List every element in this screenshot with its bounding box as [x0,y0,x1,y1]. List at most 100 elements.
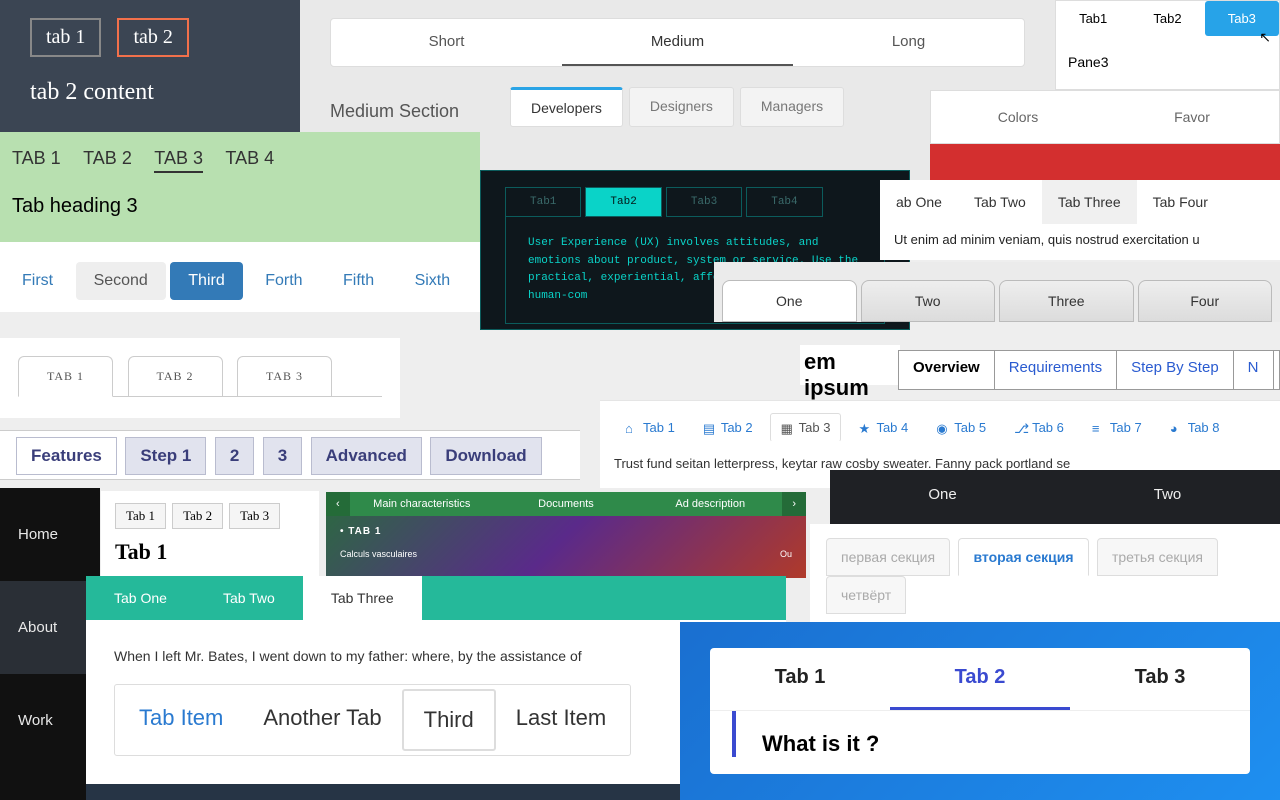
tab[interactable]: Ad description [638,492,782,516]
tab[interactable]: TAB 2 [128,356,223,397]
tab-item[interactable]: Third [402,689,496,751]
tab-managers[interactable]: Managers [740,87,844,127]
tab[interactable]: TAB 1 [12,148,61,171]
tab[interactable]: Tab4 [746,187,822,217]
tab[interactable]: One [830,470,1055,524]
tab[interactable]: Third [170,262,242,300]
tab-heading: Tab heading 3 [12,195,468,218]
tab[interactable]: Tab One [86,576,195,620]
tab[interactable]: Tab Four [1137,180,1224,224]
tab[interactable]: вторая секция [958,538,1088,576]
tab-long[interactable]: Long [793,19,1024,66]
dashboard-icon: ◕ [1170,421,1183,434]
tab-medium[interactable]: Medium [562,19,793,66]
tab[interactable]: Second [76,262,166,300]
tab[interactable]: One [722,280,857,322]
colors-tabs: Colors Favor [930,90,1280,180]
tab[interactable]: tab 1 [30,18,101,57]
tab-step1[interactable]: Step 1 [125,437,206,475]
tab-short[interactable]: Short [331,19,562,66]
tab[interactable]: N [1234,351,1274,389]
tab[interactable]: Tab1 [505,187,581,217]
tab-features[interactable]: Features [16,437,117,475]
tab[interactable]: Three [999,280,1134,322]
star-icon: ★ [858,421,871,434]
serif-rounded-tabs: TAB 1 TAB 2 TAB 3 [0,338,400,418]
plain-tabs-four: ab One Tab Two Tab Three Tab Four Ut eni… [880,180,1280,260]
tab[interactable]: Tab 1 [710,648,890,710]
tab[interactable]: Tab Two [958,180,1042,224]
russian-tabs: первая секция вторая секция третья секци… [810,524,1280,624]
tab-download[interactable]: Download [430,437,541,475]
tab[interactable]: First [4,262,71,300]
tab-step2[interactable]: 2 [215,437,254,475]
tab[interactable]: Main characteristics [350,492,494,516]
tab[interactable]: Tab 3 [1070,648,1250,710]
tab[interactable]: ★Tab 4 [847,413,919,442]
tab[interactable]: Documents [494,492,638,516]
tab-step3[interactable]: 3 [263,437,302,475]
tab[interactable]: ◉Tab 5 [925,413,997,442]
nav-about[interactable]: About [0,581,100,674]
tab[interactable]: ▦Tab 3 [770,413,842,442]
tab-requirements[interactable]: Requirements [995,351,1117,389]
tab[interactable]: TAB 3 [154,148,203,173]
tab[interactable]: Tab3 [666,187,742,217]
tab[interactable]: Tab Three [1042,180,1137,224]
paper-tabs: One Two Three Four [714,262,1280,322]
section-label: Medium Section [330,87,510,122]
tab-colors[interactable]: Colors [931,91,1105,143]
tab[interactable]: Tab2 [1130,1,1204,36]
prev-arrow-icon[interactable]: ‹ [326,492,350,516]
tab-item[interactable]: Another Tab [243,689,401,751]
tab[interactable]: Tab Three [303,576,422,620]
tab[interactable]: Forth [247,262,320,300]
simple-tabs-topright: Tab1 Tab2 Tab3 ↖ Pane3 [1055,0,1280,90]
tab[interactable]: ab One [880,180,958,224]
tab-overview[interactable]: Overview [899,351,995,389]
nav-work[interactable]: Work [0,674,100,767]
tab[interactable]: Fifth [325,262,392,300]
tab[interactable]: Two [861,280,996,322]
tab[interactable]: TAB 3 [237,356,332,397]
tab[interactable]: ⎇Tab 6 [1003,413,1075,442]
tab[interactable]: TAB 4 [225,148,274,171]
nav-home[interactable]: Home [0,488,100,581]
gradient-nav: ‹ Main characteristics Documents Ad desc… [326,492,806,578]
tab[interactable]: ▤Tab 2 [692,413,764,442]
tab-developers[interactable]: Developers [510,87,623,127]
tab-stepbystep[interactable]: Step By Step [1117,351,1234,389]
tab[interactable]: Tab 1 [115,503,166,529]
tab-item[interactable]: Tab Item [119,689,243,751]
tab[interactable]: Four [1138,280,1273,322]
tab[interactable]: Tab2 [585,187,661,217]
ordinal-tabs: First Second Third Forth Fifth Sixth [0,242,480,312]
tab[interactable]: Tab1 [1056,1,1130,36]
tab[interactable]: Tab Two [195,576,303,620]
tab[interactable]: Tab 2 [890,648,1070,710]
tab[interactable]: tab 2 [117,18,188,57]
tab[interactable]: Sixth [397,262,469,300]
tab[interactable]: третья секция [1097,538,1218,576]
tab[interactable]: Tab 3 [229,503,280,529]
tab[interactable]: ◕Tab 8 [1159,413,1231,442]
tab[interactable]: ≡Tab 7 [1081,413,1153,442]
doc-tabs: Overview Requirements Step By Step N [898,350,1280,390]
sitemap-icon: ⎇ [1014,421,1027,434]
tab[interactable]: TAB 1 [18,356,113,397]
home-icon: ⌂ [625,421,638,434]
cursor-icon: ↖ [1259,29,1271,46]
tab[interactable]: TAB 2 [83,148,132,171]
tab-favorite[interactable]: Favor [1105,91,1279,143]
tab[interactable]: первая секция [826,538,950,576]
tab[interactable]: Two [1055,470,1280,524]
tab[interactable]: Tab 2 [172,503,223,529]
tab-advanced[interactable]: Advanced [311,437,422,475]
tab[interactable]: четвёрт [826,576,906,614]
list-icon: ▤ [703,421,716,434]
tab-item[interactable]: Last Item [496,689,626,751]
tab-content: Ut enim ad minim veniam, quis nostrud ex… [880,224,1280,255]
tab-designers[interactable]: Designers [629,87,734,127]
tab[interactable]: ⌂Tab 1 [614,413,686,442]
next-arrow-icon[interactable]: › [782,492,806,516]
